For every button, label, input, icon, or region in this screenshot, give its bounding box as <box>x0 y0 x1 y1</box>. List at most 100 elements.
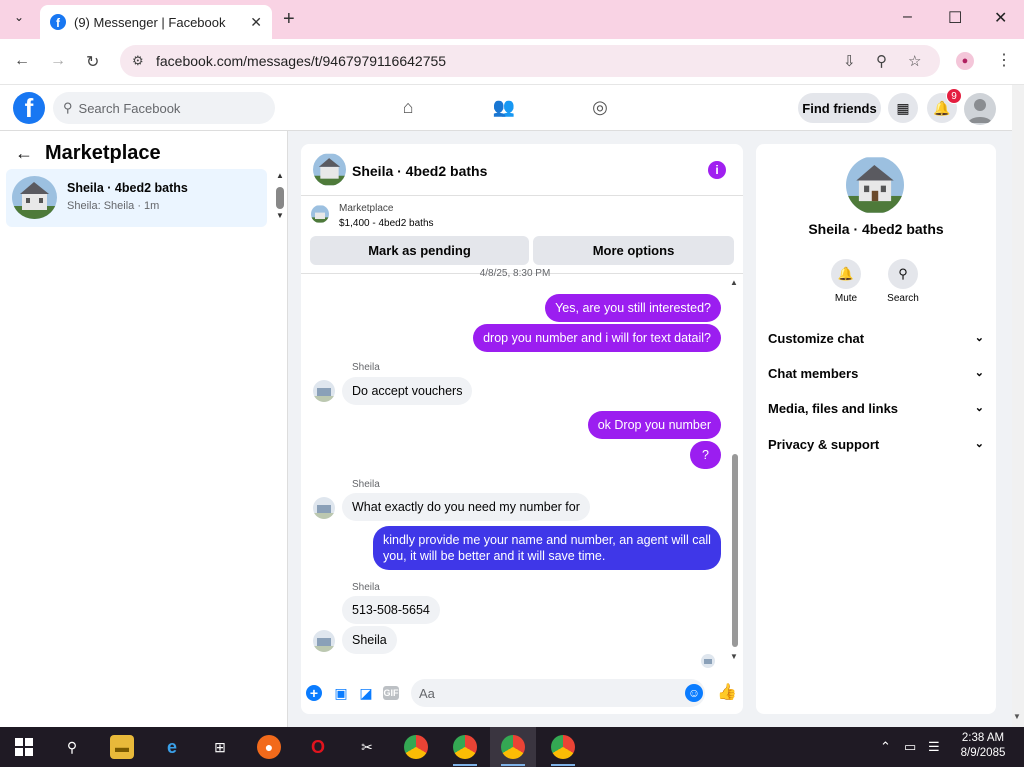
chrome-icon[interactable] <box>404 735 428 759</box>
mark-as-pending-button[interactable]: Mark as pending <box>310 236 529 265</box>
message-bubble-outgoing[interactable]: kindly provide me your name and number, … <box>373 526 721 570</box>
chat-title[interactable]: Sheila · 4bed2 baths <box>352 163 487 179</box>
mute-bell-icon[interactable]: 🔔 <box>831 259 861 289</box>
media-files-links-row[interactable]: Media, files and links ⌄ <box>768 401 984 416</box>
sidebar-title: Marketplace <box>45 142 161 164</box>
search-icon[interactable]: ⚲ <box>60 735 84 759</box>
zoom-icon[interactable]: ⚲ <box>876 52 887 70</box>
message-composer: + ▣ ◪ GIF Aa ☺ 👍 <box>301 674 743 714</box>
windows-start-icon[interactable] <box>12 735 36 759</box>
gif-icon[interactable]: GIF <box>383 686 399 700</box>
facebook-favicon-icon: f <box>50 14 66 30</box>
edge-browser-icon[interactable]: e <box>160 735 184 759</box>
reload-icon[interactable]: ↻ <box>86 52 99 72</box>
clock-time: 2:38 AM <box>961 732 1005 744</box>
groups-icon[interactable]: ◎ <box>588 97 612 119</box>
site-info-icon[interactable]: ⚙ <box>132 53 144 69</box>
close-window-button[interactable]: ✕ <box>994 8 1007 28</box>
find-friends-button[interactable]: Find friends <box>798 93 881 123</box>
chat-thumbnail[interactable] <box>313 153 346 186</box>
search-facebook-input[interactable]: ⚲ Search Facebook <box>53 92 275 124</box>
address-bar-row: ← → ↻ ⚙ facebook.com/messages/t/94679791… <box>0 39 1024 85</box>
browser-menu-icon[interactable]: ⋮ <box>996 50 1012 70</box>
url-input[interactable]: ⚙ facebook.com/messages/t/94679791166427… <box>120 45 940 77</box>
message-bubble-incoming[interactable]: What exactly do you need my number for <box>342 493 590 521</box>
install-app-icon[interactable]: ⇩ <box>843 52 856 70</box>
emoji-icon[interactable]: ☺ <box>685 684 703 702</box>
message-bubble-outgoing[interactable]: Yes, are you still interested? <box>545 294 721 322</box>
message-bubble-incoming[interactable]: Do accept vouchers <box>342 377 473 405</box>
chat-scroll-up-icon[interactable]: ▲ <box>730 278 738 287</box>
account-avatar[interactable] <box>964 93 996 125</box>
chat-members-row[interactable]: Chat members ⌄ <box>768 366 984 381</box>
sender-avatar <box>313 497 335 519</box>
notification-center-icon[interactable]: ☰ <box>928 739 940 755</box>
seen-avatar <box>701 654 715 668</box>
like-thumbs-up-icon[interactable]: 👍 <box>717 684 737 702</box>
more-options-button[interactable]: More options <box>533 236 734 265</box>
page-scroll-down-icon[interactable]: ▼ <box>1013 712 1021 721</box>
search-conversation-icon[interactable]: ⚲ <box>888 259 918 289</box>
info-icon[interactable]: i <box>708 161 726 179</box>
house-thumbnail <box>12 176 57 219</box>
microsoft-store-icon[interactable]: ⊞ <box>208 735 232 759</box>
chrome-profile-icon[interactable] <box>551 735 575 759</box>
forward-icon[interactable]: → <box>50 52 66 70</box>
message-input[interactable]: Aa <box>411 679 705 707</box>
new-tab-button[interactable]: + <box>283 8 295 31</box>
scroll-up-arrow-icon[interactable]: ▲ <box>276 171 284 180</box>
message-bubble-outgoing[interactable]: drop you number and i will for text data… <box>473 324 721 352</box>
system-clock[interactable]: 2:38 AM 8/9/2085 <box>952 731 1014 761</box>
search-placeholder: Search Facebook <box>78 100 181 116</box>
notification-count-badge: 9 <box>946 88 962 104</box>
message-bubble-outgoing[interactable]: ? <box>690 441 721 469</box>
minimize-button[interactable]: – <box>903 8 912 26</box>
sender-name: Sheila <box>352 362 380 373</box>
message-bubble-incoming[interactable]: 513-508-5654 <box>342 596 440 624</box>
conversation-photo[interactable] <box>846 156 904 214</box>
message-bubble-incoming[interactable]: Sheila <box>342 626 397 654</box>
tab-title: (9) Messenger | Facebook <box>74 14 226 30</box>
running-indicator <box>551 764 575 766</box>
scroll-down-arrow-icon[interactable]: ▼ <box>276 211 284 220</box>
sender-name: Sheila <box>352 479 380 490</box>
app-icon[interactable]: ✂ <box>355 735 379 759</box>
friends-icon[interactable]: 👥 <box>492 97 516 119</box>
opera-icon[interactable]: O <box>306 735 330 759</box>
page-scrollbar[interactable] <box>1012 85 1024 727</box>
bookmark-star-icon[interactable]: ☆ <box>908 52 921 70</box>
chrome-profile-active-icon[interactable] <box>501 735 525 759</box>
chevron-down-icon: ⌄ <box>974 402 984 414</box>
privacy-support-row[interactable]: Privacy & support ⌄ <box>768 437 984 452</box>
tray-chevron-icon[interactable]: ⌃ <box>880 739 891 755</box>
chrome-profile-icon[interactable] <box>453 735 477 759</box>
plus-icon[interactable]: + <box>306 685 322 701</box>
maximize-button[interactable]: ☐ <box>948 8 962 28</box>
back-arrow-icon[interactable]: ← <box>15 143 33 164</box>
tab-close-icon[interactable]: ✕ <box>250 14 262 31</box>
firefox-icon[interactable]: ● <box>257 735 281 759</box>
customize-chat-row[interactable]: Customize chat ⌄ <box>768 331 984 346</box>
menu-grid-icon[interactable]: ▦ <box>888 93 918 123</box>
tab-search-dropdown-icon[interactable]: ⌄ <box>8 10 30 30</box>
photo-icon[interactable]: ▣ <box>332 684 350 702</box>
back-icon[interactable]: ← <box>14 52 30 70</box>
running-indicator <box>453 764 477 766</box>
browser-tab[interactable]: f (9) Messenger | Facebook ✕ <box>40 5 272 39</box>
conversation-title: Sheila · 4bed2 baths <box>67 181 188 195</box>
conversation-item[interactable]: Sheila · 4bed2 baths Sheila: Sheila · 1m <box>6 169 267 227</box>
chat-scrollbar[interactable] <box>732 454 738 647</box>
listing-detail[interactable]: $1,400 - 4bed2 baths <box>339 218 434 229</box>
home-icon[interactable]: ⌂ <box>396 97 420 119</box>
facebook-logo-icon[interactable]: f <box>13 92 45 124</box>
marketplace-sidebar: ← Marketplace Sheila · 4bed2 baths Sheil… <box>0 131 288 727</box>
message-bubble-outgoing[interactable]: ok Drop you number <box>587 411 721 439</box>
sidebar-scrollbar[interactable] <box>276 187 284 209</box>
browser-profile-icon[interactable]: ● <box>956 52 974 70</box>
chat-scroll-down-icon[interactable]: ▼ <box>730 652 738 661</box>
network-icon[interactable]: ▭ <box>904 739 916 755</box>
chevron-down-icon: ⌄ <box>974 367 984 379</box>
file-explorer-icon[interactable]: ▬ <box>110 735 134 759</box>
date-stamp: 4/8/25, 8:30 PM <box>479 268 551 279</box>
sticker-icon[interactable]: ◪ <box>357 684 375 702</box>
